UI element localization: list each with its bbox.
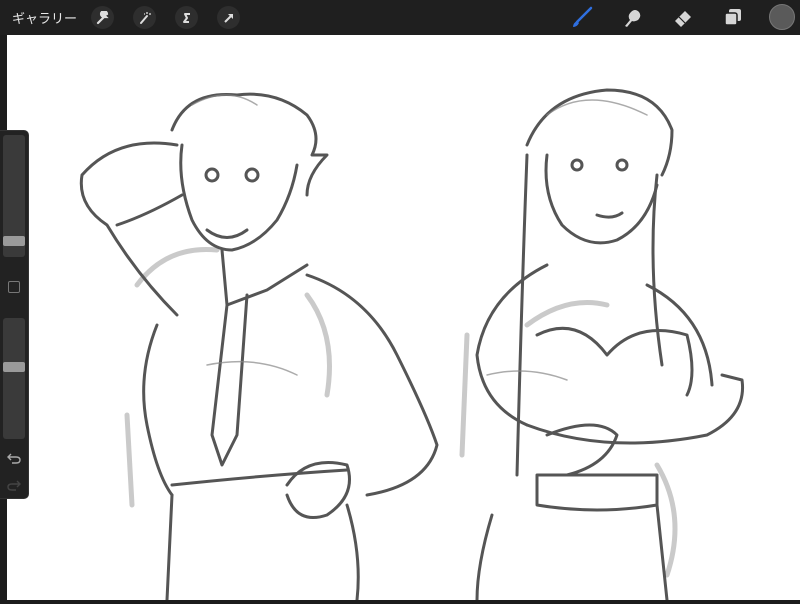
transform-arrow-icon xyxy=(223,13,233,23)
eraser-icon xyxy=(675,11,691,27)
selection-icon xyxy=(182,12,190,23)
smudge-icon xyxy=(625,10,641,27)
opacity-thumb[interactable] xyxy=(3,362,25,372)
modify-button[interactable] xyxy=(8,281,20,293)
magic-wand-icon xyxy=(139,11,151,24)
brush-size-thumb[interactable] xyxy=(3,236,25,246)
drawing-canvas[interactable] xyxy=(7,35,800,602)
brush-button[interactable] xyxy=(570,5,594,29)
gallery-button[interactable]: ギャラリー xyxy=(12,8,77,27)
sidebar-panel xyxy=(0,130,29,499)
brush-size-slider[interactable] xyxy=(3,135,25,257)
transform-button[interactable] xyxy=(217,6,241,29)
layers-icon xyxy=(724,9,741,26)
adjustments-button[interactable] xyxy=(133,6,157,29)
opacity-slider[interactable] xyxy=(3,318,25,439)
top-toolbar: ギャラリー xyxy=(0,0,800,35)
layers-button[interactable] xyxy=(721,5,745,29)
brush-icon xyxy=(573,6,593,27)
eraser-button[interactable] xyxy=(671,5,695,29)
smudge-button[interactable] xyxy=(620,5,644,29)
undo-icon[interactable] xyxy=(7,451,21,465)
actions-button[interactable] xyxy=(91,6,115,29)
redo-icon[interactable] xyxy=(7,478,21,492)
sketch-artwork xyxy=(79,88,745,602)
wrench-icon xyxy=(96,10,109,24)
color-swatch[interactable] xyxy=(769,4,795,30)
selection-button[interactable] xyxy=(175,6,199,29)
